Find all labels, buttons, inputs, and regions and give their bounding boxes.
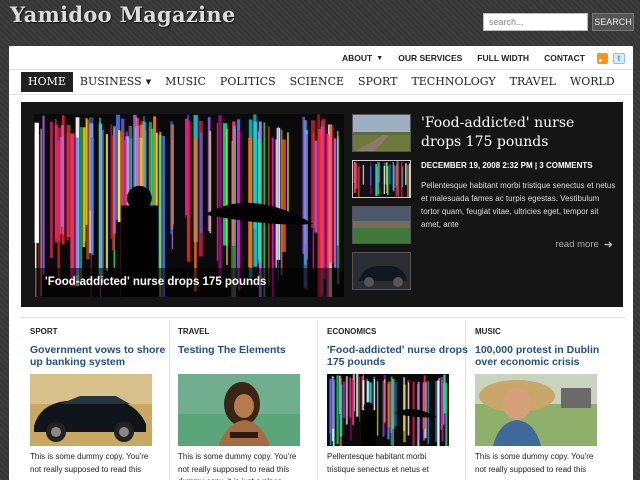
featured-slider: 'Food-addicted' nurse drops 175 pounds '… — [21, 102, 623, 307]
article-title[interactable]: Government vows to shore up banking syst… — [30, 344, 178, 369]
woman-portrait-image — [178, 374, 300, 446]
car-image — [30, 374, 152, 446]
search-button[interactable]: SEARCH — [592, 13, 634, 31]
nav-label: BUSINESS — [79, 75, 142, 88]
caret-down-icon: ▼ — [376, 54, 384, 62]
read-more-link[interactable]: read more ➜ — [555, 238, 613, 251]
category-label[interactable]: MUSIC — [475, 327, 623, 336]
category-column-sport: SPORT Government vows to shore up bankin… — [30, 322, 178, 480]
article-title[interactable]: 100,000 protest in Dublin over economic … — [475, 344, 623, 369]
main-navigation: HOME BUSINESS ▼ MUSIC POLITICS SCIENCE S… — [21, 72, 622, 92]
nav-sport[interactable]: SPORT — [351, 72, 404, 92]
featured-meta: DECEMBER 19, 2008 2:32 PM | 3 COMMENTS — [421, 161, 593, 170]
article-title[interactable]: Testing The Elements — [178, 344, 326, 369]
caret-down-icon: ▼ — [145, 78, 152, 86]
slider-thumb[interactable] — [352, 206, 411, 244]
page-container: ABOUT ▼ OUR SERVICES FULL WIDTH CONTACT … — [9, 46, 633, 480]
divider — [9, 94, 633, 95]
topnav-our-services[interactable]: OUR SERVICES — [398, 53, 462, 63]
category-column-music: MUSIC 100,000 protest in Dublin over eco… — [475, 322, 623, 480]
article-image[interactable] — [327, 374, 449, 446]
nav-music[interactable]: MUSIC — [158, 72, 213, 92]
arrow-right-icon: ➜ — [603, 239, 613, 251]
stadium-image — [353, 207, 410, 243]
article-excerpt: This is some dummy copy. You're not real… — [30, 452, 149, 474]
top-navigation: ABOUT ▼ OUR SERVICES FULL WIDTH CONTACT … — [327, 51, 625, 65]
article-image[interactable] — [475, 374, 597, 446]
featured-image[interactable]: 'Food-addicted' nurse drops 175 pounds — [34, 114, 344, 297]
category-label[interactable]: ECONOMICS — [327, 327, 475, 336]
topnav-contact[interactable]: CONTACT — [544, 53, 585, 63]
category-column-travel: TRAVEL Testing The Elements This is some… — [178, 322, 326, 480]
category-column-economics: ECONOMICS 'Food-addicted' nurse drops 17… — [327, 322, 475, 480]
boy-with-hat-image — [475, 374, 597, 446]
nav-business[interactable]: BUSINESS ▼ — [73, 72, 158, 92]
category-label[interactable]: SPORT — [30, 327, 178, 336]
article-excerpt: This is some dummy copy. You're not real… — [178, 452, 297, 480]
article-title[interactable]: 'Food-addicted' nurse drops 175 pounds — [327, 344, 475, 369]
rss-icon[interactable] — [597, 52, 608, 64]
article-image[interactable] — [30, 374, 152, 446]
category-label[interactable]: TRAVEL — [178, 327, 326, 336]
nav-politics[interactable]: POLITICS — [213, 72, 283, 92]
read-more-label: read more — [555, 239, 599, 250]
slider-thumb-active[interactable] — [352, 160, 411, 198]
nav-travel[interactable]: TRAVEL — [503, 72, 563, 92]
site-title[interactable]: Yamidoo Magazine — [10, 2, 236, 27]
featured-excerpt: Pellentesque habitant morbi tristique se… — [421, 181, 616, 229]
twitter-icon[interactable]: t — [613, 52, 625, 64]
article-excerpt: This is some dummy copy. You're not real… — [475, 452, 594, 474]
featured-title[interactable]: 'Food-addicted' nurse drops 175 pounds — [421, 114, 616, 152]
nav-science[interactable]: SCIENCE — [283, 72, 351, 92]
slider-thumb[interactable] — [352, 114, 411, 152]
featured-caption[interactable]: 'Food-addicted' nurse drops 175 pounds — [34, 268, 344, 297]
article-image[interactable] — [178, 374, 300, 446]
divider — [21, 317, 625, 318]
search-input[interactable] — [483, 13, 588, 31]
featured-article: 'Food-addicted' nurse drops 175 pounds D… — [421, 114, 616, 231]
divider — [9, 69, 633, 70]
road-landscape-image — [353, 115, 410, 151]
article-excerpt: Pellentesque habitant morbi tristique se… — [327, 452, 429, 474]
car-image — [353, 253, 410, 289]
neon-lights-image — [327, 374, 449, 446]
slider-thumb[interactable] — [352, 252, 411, 290]
nav-technology[interactable]: TECHNOLOGY — [404, 72, 502, 92]
topnav-full-width[interactable]: FULL WIDTH — [477, 53, 529, 63]
nav-world[interactable]: WORLD — [563, 72, 622, 92]
topnav-label: ABOUT — [342, 53, 373, 63]
topnav-about[interactable]: ABOUT ▼ — [342, 53, 383, 63]
nav-home[interactable]: HOME — [21, 72, 73, 92]
neon-lights-thumb — [353, 161, 410, 197]
